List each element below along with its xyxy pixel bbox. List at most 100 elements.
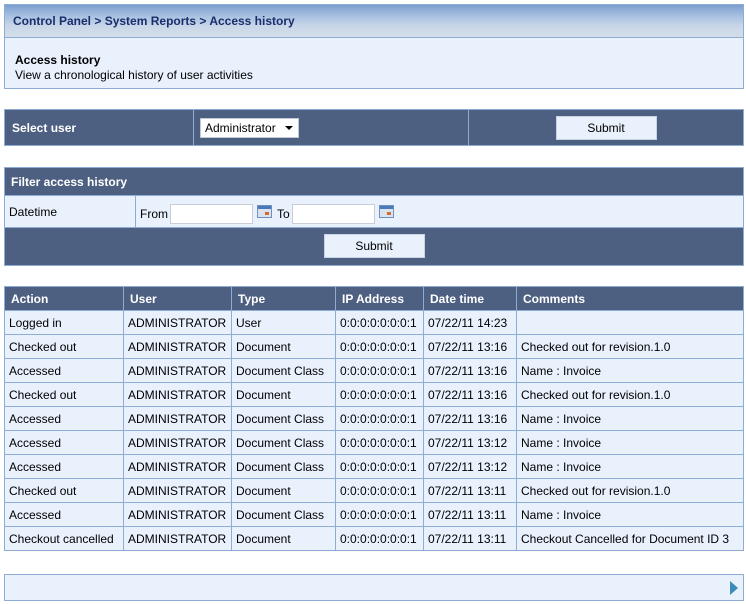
to-date-input[interactable]	[291, 203, 375, 224]
breadcrumb: Control Panel > System Reports > Access …	[13, 14, 743, 28]
table-row: Accessed ADMINISTRATOR Document Class 0:0:0…	[4, 454, 744, 479]
cell-date-time: 07/22/11 13:12	[423, 454, 517, 479]
cell-type: Document	[231, 382, 336, 407]
cell-ip-address: 0:0:0:0:0:0:0:1	[335, 478, 424, 503]
calendar-icon[interactable]	[257, 205, 272, 218]
cell-ip-address: 0:0:0:0:0:0:0:1	[335, 406, 424, 431]
cell-user: ADMINISTRATOR	[123, 478, 232, 503]
datetime-row: Datetime From To	[5, 196, 743, 228]
cell-type: Document	[231, 334, 336, 359]
cell-comments	[516, 310, 744, 335]
table-row: Accessed ADMINISTRATOR Document Class 0:0:0…	[4, 430, 744, 455]
filter-title: Filter access history	[5, 168, 743, 196]
cell-comments: Name : Invoice	[516, 454, 744, 479]
cell-ip-address: 0:0:0:0:0:0:0:1	[335, 382, 424, 407]
cell-action: Accessed	[4, 454, 124, 479]
cell-ip-address: 0:0:0:0:0:0:0:1	[335, 526, 424, 551]
cell-comments: Name : Invoice	[516, 406, 744, 431]
cell-ip-address: 0:0:0:0:0:0:0:1	[335, 310, 424, 335]
cell-comments: Name : Invoice	[516, 502, 744, 527]
pagination-bar	[4, 574, 744, 601]
cell-user: ADMINISTRATOR	[123, 430, 232, 455]
filter-submit-button[interactable]: Submit	[323, 233, 425, 258]
cell-date-time: 07/22/11 13:16	[423, 406, 517, 431]
cell-action: Checkout cancelled	[4, 526, 124, 551]
next-page-arrow-icon[interactable]	[730, 581, 738, 595]
cell-type: Document	[231, 526, 336, 551]
cell-user: ADMINISTRATOR	[123, 526, 232, 551]
table-row: Checked out ADMINISTRATOR Document 0:0:0:0:…	[4, 478, 744, 503]
table-row: Accessed ADMINISTRATOR Document Class 0:0:0…	[4, 502, 744, 527]
calendar-icon[interactable]	[378, 205, 394, 218]
cell-action: Accessed	[4, 358, 124, 383]
user-select-value: Administrator	[205, 120, 276, 135]
from-date-input[interactable]	[170, 203, 253, 224]
cell-type: Document Class	[231, 406, 336, 431]
cell-user: ADMINISTRATOR	[123, 454, 232, 479]
cell-date-time: 07/22/11 13:11	[423, 526, 517, 551]
cell-action: Checked out	[4, 334, 124, 359]
breadcrumb-separator: >	[196, 14, 210, 28]
from-label: From	[140, 206, 168, 221]
cell-ip-address: 0:0:0:0:0:0:0:1	[335, 430, 424, 455]
breadcrumb-system-reports[interactable]: System Reports	[105, 14, 196, 28]
cell-type: Document Class	[231, 454, 336, 479]
cell-comments: Name : Invoice	[516, 358, 744, 383]
table-row: Checked out ADMINISTRATOR Document 0:0:0:0:…	[4, 334, 744, 359]
column-header-type: Type	[231, 286, 336, 311]
cell-type: Document Class	[231, 358, 336, 383]
breadcrumb-bar: Control Panel > System Reports > Access …	[5, 5, 743, 38]
filter-panel: Filter access history Datetime From To S…	[4, 167, 744, 266]
breadcrumb-access-history: Access history	[209, 14, 295, 28]
breadcrumb-control-panel[interactable]: Control Panel	[13, 14, 91, 28]
select-user-submit-button[interactable]: Submit	[555, 115, 657, 140]
cell-action: Accessed	[4, 430, 124, 455]
table-row: Checkout cancelled ADMINISTRATOR Document 0…	[4, 526, 744, 551]
access-history-table: Action User Type IP Address Date time Co…	[4, 286, 744, 551]
cell-date-time: 07/22/11 13:11	[423, 502, 517, 527]
cell-action: Accessed	[4, 406, 124, 431]
cell-type: Document	[231, 478, 336, 503]
cell-date-time: 07/22/11 13:12	[423, 430, 517, 455]
cell-date-time: 07/22/11 13:16	[423, 358, 517, 383]
cell-date-time: 07/22/11 13:11	[423, 478, 517, 503]
column-header-ip-address: IP Address	[335, 286, 424, 311]
cell-comments: Name : Invoice	[516, 430, 744, 455]
select-user-cell: Administrator	[194, 110, 469, 145]
datetime-inputs: From To	[136, 196, 399, 227]
cell-comments: Checkout Cancelled for Document ID 3	[516, 526, 744, 551]
column-header-action: Action	[4, 286, 124, 311]
column-header-date-time: Date time	[423, 286, 517, 311]
cell-type: Document Class	[231, 430, 336, 455]
cell-date-time: 07/22/11 14:23	[423, 310, 517, 335]
user-select[interactable]: Administrator	[200, 117, 299, 138]
cell-ip-address: 0:0:0:0:0:0:0:1	[335, 334, 424, 359]
dropdown-arrow-icon	[285, 125, 293, 130]
cell-type: User	[231, 310, 336, 335]
cell-user: ADMINISTRATOR	[123, 334, 232, 359]
column-header-comments: Comments	[516, 286, 744, 311]
table-header-row: Action User Type IP Address Date time Co…	[4, 286, 744, 311]
cell-user: ADMINISTRATOR	[123, 502, 232, 527]
cell-user: ADMINISTRATOR	[123, 382, 232, 407]
table-row: Logged in ADMINISTRATOR User 0:0:0:0:0:0:0:…	[4, 310, 744, 335]
cell-ip-address: 0:0:0:0:0:0:0:1	[335, 502, 424, 527]
header-panel: Control Panel > System Reports > Access …	[4, 4, 744, 89]
cell-user: ADMINISTRATOR	[123, 406, 232, 431]
cell-action: Logged in	[4, 310, 124, 335]
cell-action: Checked out	[4, 382, 124, 407]
select-user-panel: Select user Administrator Submit	[4, 109, 744, 146]
table-row: Checked out ADMINISTRATOR Document 0:0:0:0:…	[4, 382, 744, 407]
cell-date-time: 07/22/11 13:16	[423, 382, 517, 407]
page-description: View a chronological history of user act…	[15, 68, 253, 82]
breadcrumb-separator: >	[91, 14, 105, 28]
filter-footer: Submit	[5, 228, 743, 265]
cell-action: Accessed	[4, 502, 124, 527]
table-row: Accessed ADMINISTRATOR Document Class 0:0:0…	[4, 406, 744, 431]
cell-action: Checked out	[4, 478, 124, 503]
column-header-user: User	[123, 286, 232, 311]
cell-comments: Checked out for revision.1.0	[516, 382, 744, 407]
cell-date-time: 07/22/11 13:16	[423, 334, 517, 359]
select-user-submit-cell: Submit	[469, 110, 743, 145]
cell-ip-address: 0:0:0:0:0:0:0:1	[335, 358, 424, 383]
